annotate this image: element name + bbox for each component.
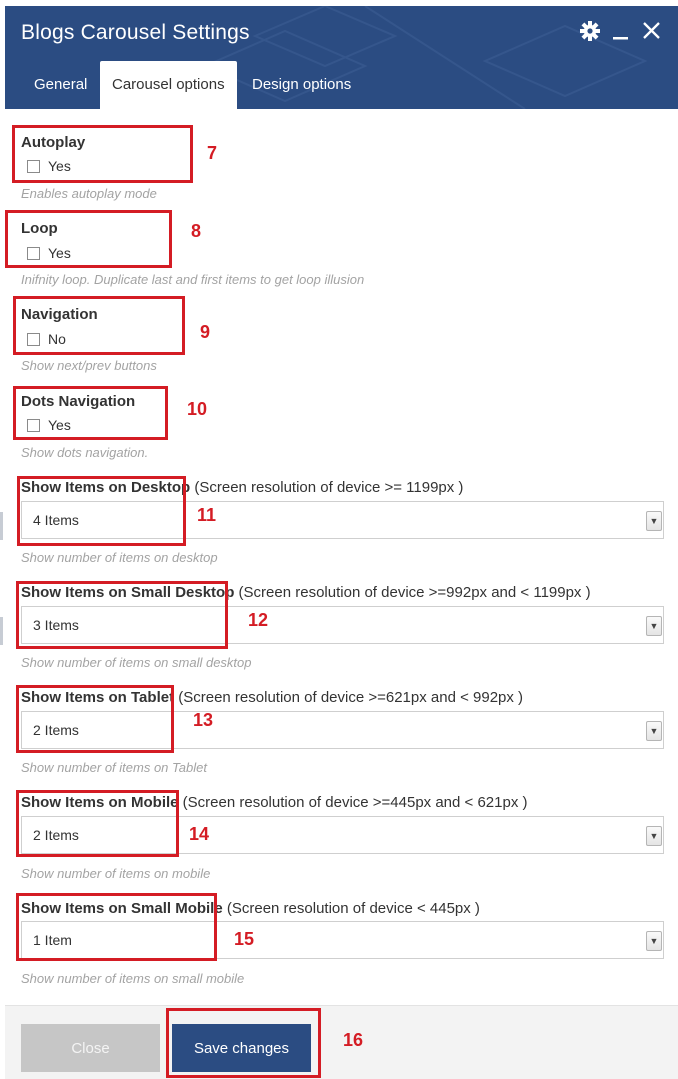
annotation-box: [16, 685, 174, 753]
annotation-box: [13, 386, 168, 440]
annotation-box: [13, 296, 185, 355]
dialog-title: Blogs Carousel Settings: [21, 21, 250, 44]
annotation-number: 7: [207, 143, 218, 163]
chevron-down-icon[interactable]: ▼: [646, 616, 662, 636]
chevron-down-icon[interactable]: ▼: [646, 511, 662, 531]
chevron-down-icon[interactable]: ▼: [646, 721, 662, 741]
side-marker: [0, 512, 3, 540]
small-mobile-items-label-detail: (Screen resolution of device < 445px ): [222, 900, 480, 917]
dots-navigation-help: Show dots navigation.: [21, 445, 149, 460]
annotation-number: 16: [343, 1030, 364, 1050]
tablet-items-label-detail: (Screen resolution of device >=621px and…: [174, 689, 524, 706]
small-desktop-items-help: Show number of items on small desktop: [21, 655, 252, 670]
annotation-number: 13: [193, 710, 214, 730]
annotation-number: 15: [234, 929, 255, 949]
dialog-footer: Close Save changes: [5, 1005, 678, 1079]
desktop-items-help: Show number of items on desktop: [21, 550, 218, 565]
annotation-box: [17, 476, 186, 546]
annotation-number: 8: [191, 221, 202, 241]
annotation-box: [16, 893, 217, 961]
annotation-number: 11: [197, 505, 217, 525]
annotation-box: [5, 210, 172, 268]
tab-general[interactable]: General: [22, 61, 99, 109]
small-mobile-items-help: Show number of items on small mobile: [21, 971, 245, 986]
annotation-box: [16, 581, 228, 649]
annotation-number: 10: [187, 399, 208, 419]
chevron-down-icon[interactable]: ▼: [646, 931, 662, 951]
loop-help: Inifnity loop. Duplicate last and first …: [21, 272, 365, 287]
desktop-items-label-detail: (Screen resolution of device >= 1199px ): [190, 479, 464, 496]
dialog-header: Blogs Carousel Settings General Carousel…: [5, 6, 678, 109]
mobile-items-label-detail: (Screen resolution of device >=445px and…: [178, 794, 528, 811]
autoplay-help: Enables autoplay mode: [21, 186, 157, 201]
tab-design-options[interactable]: Design options: [240, 61, 363, 109]
side-marker: [0, 617, 3, 645]
annotation-box: [12, 125, 193, 183]
navigation-help: Show next/prev buttons: [21, 358, 157, 373]
tab-carousel-options[interactable]: Carousel options: [100, 61, 237, 109]
chevron-down-icon[interactable]: ▼: [646, 826, 662, 846]
annotation-box: [166, 1008, 321, 1078]
small-desktop-items-label-detail: (Screen resolution of device >=992px and…: [234, 584, 591, 601]
close-icon[interactable]: [642, 20, 662, 42]
gear-icon[interactable]: [579, 20, 601, 42]
tablet-items-help: Show number of items on Tablet: [21, 760, 207, 775]
mobile-items-help: Show number of items on mobile: [21, 866, 211, 881]
minimize-icon[interactable]: [612, 20, 630, 42]
annotation-box: [16, 790, 179, 857]
annotation-number: 9: [200, 322, 211, 342]
annotation-number: 12: [248, 610, 269, 630]
annotation-number: 14: [189, 824, 210, 844]
close-button[interactable]: Close: [21, 1024, 160, 1072]
